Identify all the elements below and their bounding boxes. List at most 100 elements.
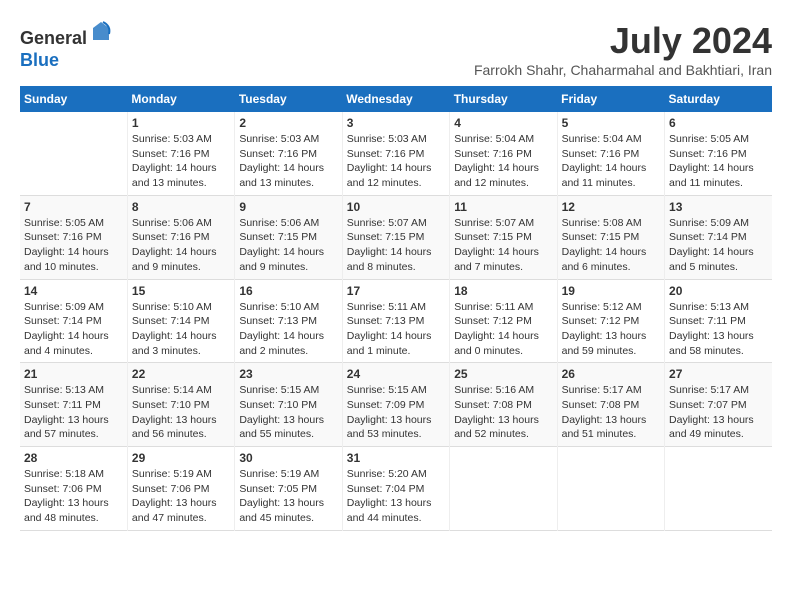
- calendar-week-row: 1 Sunrise: 5:03 AM Sunset: 7:16 PM Daylig…: [20, 112, 772, 195]
- day-number: 14: [24, 284, 123, 298]
- calendar-cell: 21 Sunrise: 5:13 AM Sunset: 7:11 PM Dayli…: [20, 363, 127, 447]
- calendar-week-row: 21 Sunrise: 5:13 AM Sunset: 7:11 PM Dayli…: [20, 363, 772, 447]
- weekday-header: Friday: [557, 86, 664, 112]
- day-info: Sunrise: 5:07 AM Sunset: 7:15 PM Dayligh…: [454, 216, 552, 275]
- day-info: Sunrise: 5:15 AM Sunset: 7:10 PM Dayligh…: [239, 383, 337, 442]
- calendar-cell: 27 Sunrise: 5:17 AM Sunset: 7:07 PM Dayli…: [665, 363, 772, 447]
- calendar-cell: 28Sunrise: 5:18 AM Sunset: 7:06 PM Dayli…: [20, 447, 127, 531]
- day-info: Sunrise: 5:10 AM Sunset: 7:14 PM Dayligh…: [132, 300, 230, 359]
- day-number: 22: [132, 367, 230, 381]
- day-number: 27: [669, 367, 768, 381]
- day-info: Sunrise: 5:03 AM Sunset: 7:16 PM Dayligh…: [132, 132, 230, 191]
- calendar-cell: 30Sunrise: 5:19 AM Sunset: 7:05 PM Dayli…: [235, 447, 342, 531]
- calendar-cell: 23Sunrise: 5:15 AM Sunset: 7:10 PM Dayli…: [235, 363, 342, 447]
- day-number: 11: [454, 200, 552, 214]
- day-number: 13: [669, 200, 768, 214]
- day-number: 10: [347, 200, 445, 214]
- day-number: 8: [132, 200, 230, 214]
- day-info: Sunrise: 5:06 AM Sunset: 7:16 PM Dayligh…: [132, 216, 230, 275]
- day-info: Sunrise: 5:18 AM Sunset: 7:06 PM Dayligh…: [24, 467, 123, 526]
- calendar-cell: 31Sunrise: 5:20 AM Sunset: 7:04 PM Dayli…: [342, 447, 449, 531]
- day-info: Sunrise: 5:03 AM Sunset: 7:16 PM Dayligh…: [239, 132, 337, 191]
- day-number: 15: [132, 284, 230, 298]
- calendar-cell: 17Sunrise: 5:11 AM Sunset: 7:13 PM Dayli…: [342, 279, 449, 363]
- calendar-week-row: 7 Sunrise: 5:05 AM Sunset: 7:16 PM Daylig…: [20, 195, 772, 279]
- day-number: 20: [669, 284, 768, 298]
- day-info: Sunrise: 5:11 AM Sunset: 7:13 PM Dayligh…: [347, 300, 445, 359]
- weekday-header: Sunday: [20, 86, 127, 112]
- calendar-cell: [20, 112, 127, 195]
- day-number: 21: [24, 367, 123, 381]
- calendar-cell: 14Sunrise: 5:09 AM Sunset: 7:14 PM Dayli…: [20, 279, 127, 363]
- day-info: Sunrise: 5:17 AM Sunset: 7:07 PM Dayligh…: [669, 383, 768, 442]
- calendar-cell: 13 Sunrise: 5:09 AM Sunset: 7:14 PM Dayli…: [665, 195, 772, 279]
- calendar-cell: [557, 447, 664, 531]
- day-number: 16: [239, 284, 337, 298]
- day-number: 5: [562, 116, 660, 130]
- calendar-cell: 20 Sunrise: 5:13 AM Sunset: 7:11 PM Dayli…: [665, 279, 772, 363]
- calendar-cell: [450, 447, 557, 531]
- calendar-cell: 16Sunrise: 5:10 AM Sunset: 7:13 PM Dayli…: [235, 279, 342, 363]
- day-info: Sunrise: 5:14 AM Sunset: 7:10 PM Dayligh…: [132, 383, 230, 442]
- day-info: Sunrise: 5:05 AM Sunset: 7:16 PM Dayligh…: [24, 216, 123, 275]
- day-info: Sunrise: 5:04 AM Sunset: 7:16 PM Dayligh…: [562, 132, 660, 191]
- day-number: 26: [562, 367, 660, 381]
- calendar-cell: 5 Sunrise: 5:04 AM Sunset: 7:16 PM Daylig…: [557, 112, 664, 195]
- weekday-header: Monday: [127, 86, 234, 112]
- day-info: Sunrise: 5:13 AM Sunset: 7:11 PM Dayligh…: [669, 300, 768, 359]
- calendar-cell: 1 Sunrise: 5:03 AM Sunset: 7:16 PM Daylig…: [127, 112, 234, 195]
- day-number: 19: [562, 284, 660, 298]
- day-number: 1: [132, 116, 230, 130]
- calendar-cell: 22 Sunrise: 5:14 AM Sunset: 7:10 PM Dayli…: [127, 363, 234, 447]
- calendar-cell: 29 Sunrise: 5:19 AM Sunset: 7:06 PM Dayli…: [127, 447, 234, 531]
- calendar-table: SundayMondayTuesdayWednesdayThursdayFrid…: [20, 86, 772, 531]
- calendar-cell: 25Sunrise: 5:16 AM Sunset: 7:08 PM Dayli…: [450, 363, 557, 447]
- calendar-cell: 4Sunrise: 5:04 AM Sunset: 7:16 PM Daylig…: [450, 112, 557, 195]
- calendar-cell: 8 Sunrise: 5:06 AM Sunset: 7:16 PM Daylig…: [127, 195, 234, 279]
- weekday-header: Wednesday: [342, 86, 449, 112]
- day-number: 7: [24, 200, 123, 214]
- calendar-cell: 7 Sunrise: 5:05 AM Sunset: 7:16 PM Daylig…: [20, 195, 127, 279]
- day-info: Sunrise: 5:12 AM Sunset: 7:12 PM Dayligh…: [562, 300, 660, 359]
- day-info: Sunrise: 5:16 AM Sunset: 7:08 PM Dayligh…: [454, 383, 552, 442]
- weekday-header: Tuesday: [235, 86, 342, 112]
- day-info: Sunrise: 5:15 AM Sunset: 7:09 PM Dayligh…: [347, 383, 445, 442]
- day-info: Sunrise: 5:06 AM Sunset: 7:15 PM Dayligh…: [239, 216, 337, 275]
- calendar-cell: 24 Sunrise: 5:15 AM Sunset: 7:09 PM Dayli…: [342, 363, 449, 447]
- calendar-cell: 9Sunrise: 5:06 AM Sunset: 7:15 PM Daylig…: [235, 195, 342, 279]
- day-info: Sunrise: 5:08 AM Sunset: 7:15 PM Dayligh…: [562, 216, 660, 275]
- day-number: 29: [132, 451, 230, 465]
- day-number: 3: [347, 116, 445, 130]
- day-number: 2: [239, 116, 337, 130]
- calendar-cell: 3 Sunrise: 5:03 AM Sunset: 7:16 PM Daylig…: [342, 112, 449, 195]
- calendar-cell: [665, 447, 772, 531]
- logo-general: General: [20, 28, 87, 48]
- title-block: July 2024 Farrokh Shahr, Chaharmahal and…: [474, 20, 772, 78]
- day-info: Sunrise: 5:13 AM Sunset: 7:11 PM Dayligh…: [24, 383, 123, 442]
- calendar-cell: 12 Sunrise: 5:08 AM Sunset: 7:15 PM Dayli…: [557, 195, 664, 279]
- day-info: Sunrise: 5:09 AM Sunset: 7:14 PM Dayligh…: [669, 216, 768, 275]
- day-info: Sunrise: 5:03 AM Sunset: 7:16 PM Dayligh…: [347, 132, 445, 191]
- weekday-header: Thursday: [450, 86, 557, 112]
- day-number: 12: [562, 200, 660, 214]
- calendar-cell: 10 Sunrise: 5:07 AM Sunset: 7:15 PM Dayli…: [342, 195, 449, 279]
- day-info: Sunrise: 5:05 AM Sunset: 7:16 PM Dayligh…: [669, 132, 768, 191]
- day-info: Sunrise: 5:04 AM Sunset: 7:16 PM Dayligh…: [454, 132, 552, 191]
- weekday-header: Saturday: [665, 86, 772, 112]
- calendar-cell: 18 Sunrise: 5:11 AM Sunset: 7:12 PM Dayli…: [450, 279, 557, 363]
- weekday-header-row: SundayMondayTuesdayWednesdayThursdayFrid…: [20, 86, 772, 112]
- day-number: 6: [669, 116, 768, 130]
- calendar-cell: 19 Sunrise: 5:12 AM Sunset: 7:12 PM Dayli…: [557, 279, 664, 363]
- calendar-cell: 6 Sunrise: 5:05 AM Sunset: 7:16 PM Daylig…: [665, 112, 772, 195]
- location-subtitle: Farrokh Shahr, Chaharmahal and Bakhtiari…: [474, 62, 772, 78]
- day-number: 31: [347, 451, 445, 465]
- calendar-cell: 2 Sunrise: 5:03 AM Sunset: 7:16 PM Daylig…: [235, 112, 342, 195]
- day-info: Sunrise: 5:19 AM Sunset: 7:05 PM Dayligh…: [239, 467, 337, 526]
- day-info: Sunrise: 5:11 AM Sunset: 7:12 PM Dayligh…: [454, 300, 552, 359]
- calendar-cell: 15 Sunrise: 5:10 AM Sunset: 7:14 PM Dayli…: [127, 279, 234, 363]
- calendar-cell: 26Sunrise: 5:17 AM Sunset: 7:08 PM Dayli…: [557, 363, 664, 447]
- day-number: 24: [347, 367, 445, 381]
- day-number: 18: [454, 284, 552, 298]
- day-info: Sunrise: 5:19 AM Sunset: 7:06 PM Dayligh…: [132, 467, 230, 526]
- day-info: Sunrise: 5:07 AM Sunset: 7:15 PM Dayligh…: [347, 216, 445, 275]
